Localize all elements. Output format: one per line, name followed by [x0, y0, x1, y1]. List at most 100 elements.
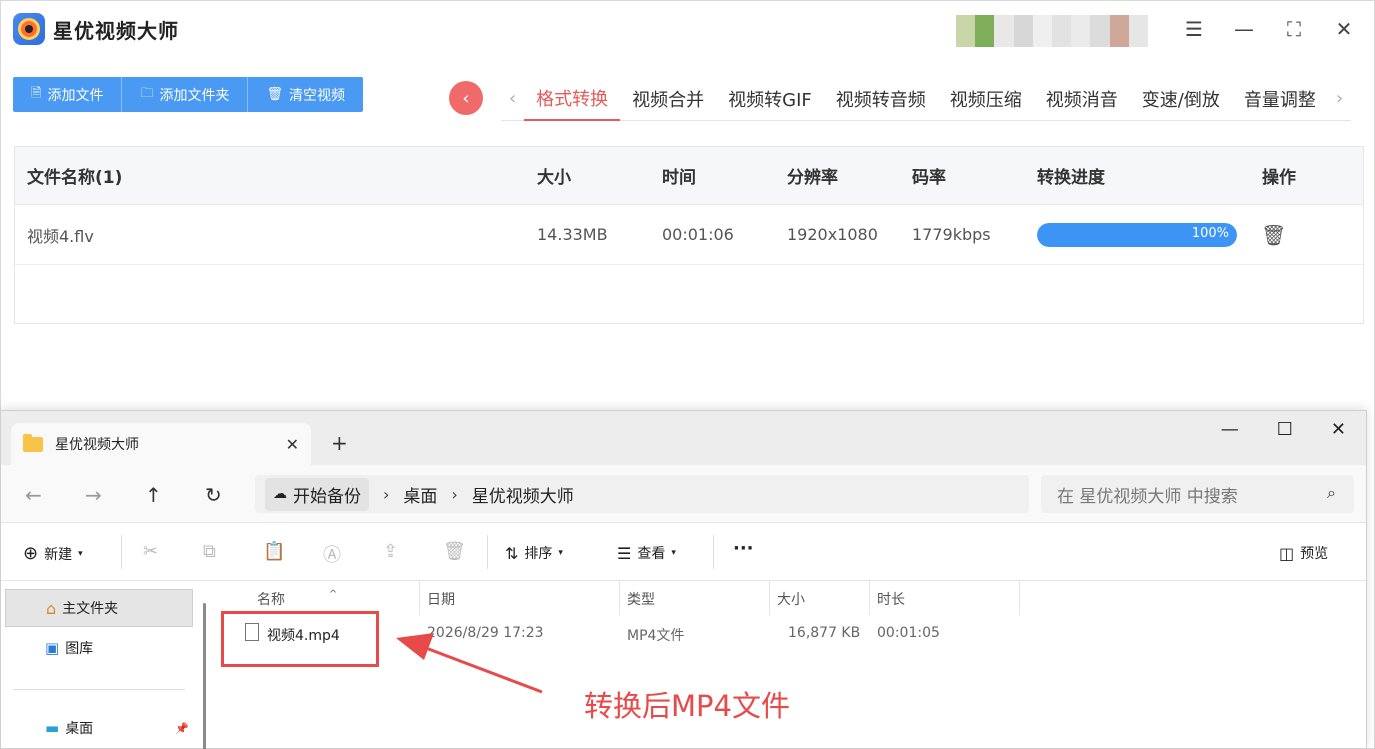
- header-actions: 操作: [1262, 168, 1296, 188]
- column-duration[interactable]: 时长: [877, 589, 905, 609]
- column-divider[interactable]: [869, 581, 870, 615]
- cell-resolution: 1920x1080: [787, 225, 878, 244]
- settings-sliders-icon[interactable]: ☰: [1182, 17, 1206, 41]
- sidebar-item-home[interactable]: ⌂ 主文件夹: [5, 589, 193, 627]
- header-size: 大小: [537, 168, 571, 188]
- chevron-left-icon: ‹: [462, 87, 470, 109]
- search-input[interactable]: 在 星优视频大师 中搜索 ⌕: [1041, 475, 1354, 513]
- maximize-icon[interactable]: ⛶: [1282, 17, 1306, 41]
- tab-video-mute[interactable]: 视频消音: [1034, 77, 1130, 121]
- search-icon[interactable]: ⌕: [1327, 483, 1336, 503]
- add-file-label: 添加文件: [47, 87, 104, 104]
- header-filename: 文件名称(1): [27, 168, 123, 188]
- table-row[interactable]: 视频4.flv 14.33MB 00:01:06 1920x1080 1779k…: [15, 205, 1363, 265]
- paste-icon[interactable]: 📋: [263, 541, 285, 562]
- column-divider[interactable]: [419, 581, 420, 615]
- tabs-scroll-right-icon[interactable]: ›: [1328, 88, 1351, 109]
- file-size: 16,877 KB: [788, 625, 861, 641]
- folder-icon: [23, 433, 43, 452]
- preview-pane-button[interactable]: ◫ 预览: [1279, 543, 1328, 563]
- column-size[interactable]: 大小: [777, 589, 805, 609]
- file-duration: 00:01:05: [877, 625, 940, 641]
- sidebar-item-desktop[interactable]: ▬ 桌面 📌: [5, 709, 193, 747]
- explorer-tab[interactable]: 星优视频大师 ✕: [11, 423, 311, 465]
- sidebar-item-label: 主文件夹: [62, 601, 119, 617]
- sort-ascending-icon: ^: [329, 589, 338, 600]
- column-date[interactable]: 日期: [427, 589, 455, 609]
- breadcrumb-backup-label: 开始备份: [293, 486, 361, 507]
- up-arrow-icon[interactable]: ↑: [145, 483, 162, 507]
- preview-pane-icon: ◫: [1279, 543, 1295, 563]
- sidebar-scrollbar[interactable]: [203, 603, 206, 749]
- close-tab-icon[interactable]: ✕: [286, 435, 299, 454]
- rename-icon[interactable]: Ⓐ: [323, 541, 341, 567]
- add-file-button[interactable]: 🗎 添加文件: [13, 77, 123, 112]
- copy-icon[interactable]: ⧉: [203, 541, 216, 562]
- delete-row-icon[interactable]: 🗑: [1261, 223, 1286, 247]
- cut-icon[interactable]: ✂: [143, 541, 158, 562]
- tab-volume-adjust[interactable]: 音量调整: [1232, 77, 1328, 121]
- minimize-icon[interactable]: —: [1221, 419, 1239, 440]
- progress-label: 100%: [1191, 225, 1229, 241]
- maximize-icon[interactable]: ☐: [1277, 419, 1293, 440]
- column-divider[interactable]: [619, 581, 620, 615]
- file-date: 2026/8/29 17:23: [427, 625, 544, 641]
- toolbar-divider: [121, 535, 122, 569]
- cell-size: 14.33MB: [537, 225, 608, 244]
- new-tab-icon[interactable]: +: [331, 431, 348, 455]
- back-arrow-icon[interactable]: ←: [25, 483, 42, 507]
- tab-video-to-audio[interactable]: 视频转音频: [824, 77, 938, 121]
- collapse-panel-button[interactable]: ‹: [449, 81, 483, 115]
- add-folder-button[interactable]: 🗀 添加文件夹: [122, 77, 249, 112]
- toolbar-divider: [713, 535, 714, 569]
- address-bar[interactable]: ☁ 开始备份 › 桌面 › 星优视频大师: [255, 475, 1029, 513]
- highlight-box: [221, 611, 379, 667]
- pin-icon: 📌: [175, 721, 189, 735]
- chevron-right-icon: ›: [383, 484, 390, 504]
- video-file-table: 文件名称(1) 大小 时间 分辨率 码率 转换进度 操作 视频4.flv 14.…: [14, 146, 1364, 324]
- share-icon[interactable]: ⇪: [383, 541, 398, 562]
- desktop-icon: ▬: [45, 719, 60, 737]
- tab-video-merge[interactable]: 视频合并: [620, 77, 716, 121]
- close-icon[interactable]: ✕: [1331, 419, 1346, 440]
- breadcrumb-current[interactable]: 星优视频大师: [472, 482, 574, 507]
- tab-video-compress[interactable]: 视频压缩: [938, 77, 1034, 121]
- file-type: MP4文件: [627, 628, 685, 644]
- address-bar-row: ← → ↑ ↻ ☁ 开始备份 › 桌面 › 星优视频大师 在 星优视频大师 中搜索…: [1, 465, 1366, 523]
- app-name: 星优视频大师: [53, 18, 179, 43]
- column-type[interactable]: 类型: [627, 589, 655, 609]
- header-resolution: 分辨率: [787, 168, 838, 188]
- tab-video-to-gif[interactable]: 视频转GIF: [716, 77, 824, 121]
- tab-speed-reverse[interactable]: 变速/倒放: [1130, 77, 1232, 121]
- gallery-icon: ▣: [45, 639, 60, 657]
- column-divider[interactable]: [1019, 581, 1020, 615]
- view-label: 查看: [637, 546, 666, 562]
- annotation-label: 转换后MP4文件: [584, 689, 790, 723]
- navigation-pane: ⌂ 主文件夹 ▣ 图库 ▬ 桌面 📌: [1, 581, 206, 749]
- view-button[interactable]: ☰ 查看 ▾: [617, 543, 676, 563]
- column-divider[interactable]: [769, 581, 770, 615]
- delete-icon[interactable]: 🗑: [443, 541, 466, 562]
- function-tabs: ‹ 格式转换 视频合并 视频转GIF 视频转音频 视频压缩 视频消音 变速/倒放…: [501, 77, 1351, 121]
- new-label: 新建: [44, 546, 73, 563]
- user-avatar-blurred[interactable]: [956, 15, 1149, 47]
- tabs-scroll-left-icon[interactable]: ‹: [501, 88, 524, 109]
- column-name[interactable]: 名称: [257, 589, 285, 609]
- sidebar-item-gallery[interactable]: ▣ 图库: [5, 629, 193, 667]
- sidebar-divider: [13, 689, 185, 690]
- chevron-down-icon: ▾: [671, 548, 676, 558]
- breadcrumb-desktop[interactable]: 桌面: [403, 482, 437, 507]
- clear-videos-button[interactable]: 🗑 清空视频: [248, 77, 363, 112]
- refresh-icon[interactable]: ↻: [205, 483, 222, 507]
- table-header: 文件名称(1) 大小 时间 分辨率 码率 转换进度 操作: [15, 147, 1363, 205]
- new-button[interactable]: ⊕ 新建 ▾: [23, 543, 83, 564]
- more-options-icon[interactable]: ···: [733, 538, 754, 559]
- minimize-icon[interactable]: —: [1232, 17, 1256, 41]
- forward-arrow-icon[interactable]: →: [85, 483, 102, 507]
- close-icon[interactable]: ✕: [1332, 17, 1356, 41]
- sort-button[interactable]: ⇅ 排序 ▾: [505, 543, 563, 563]
- breadcrumb-backup[interactable]: ☁ 开始备份: [265, 477, 369, 511]
- tab-format-convert[interactable]: 格式转换: [524, 77, 621, 121]
- file-row[interactable]: 视频4.mp4 2026/8/29 17:23 MP4文件 16,877 KB …: [217, 615, 1367, 655]
- add-folder-label: 添加文件夹: [159, 87, 230, 104]
